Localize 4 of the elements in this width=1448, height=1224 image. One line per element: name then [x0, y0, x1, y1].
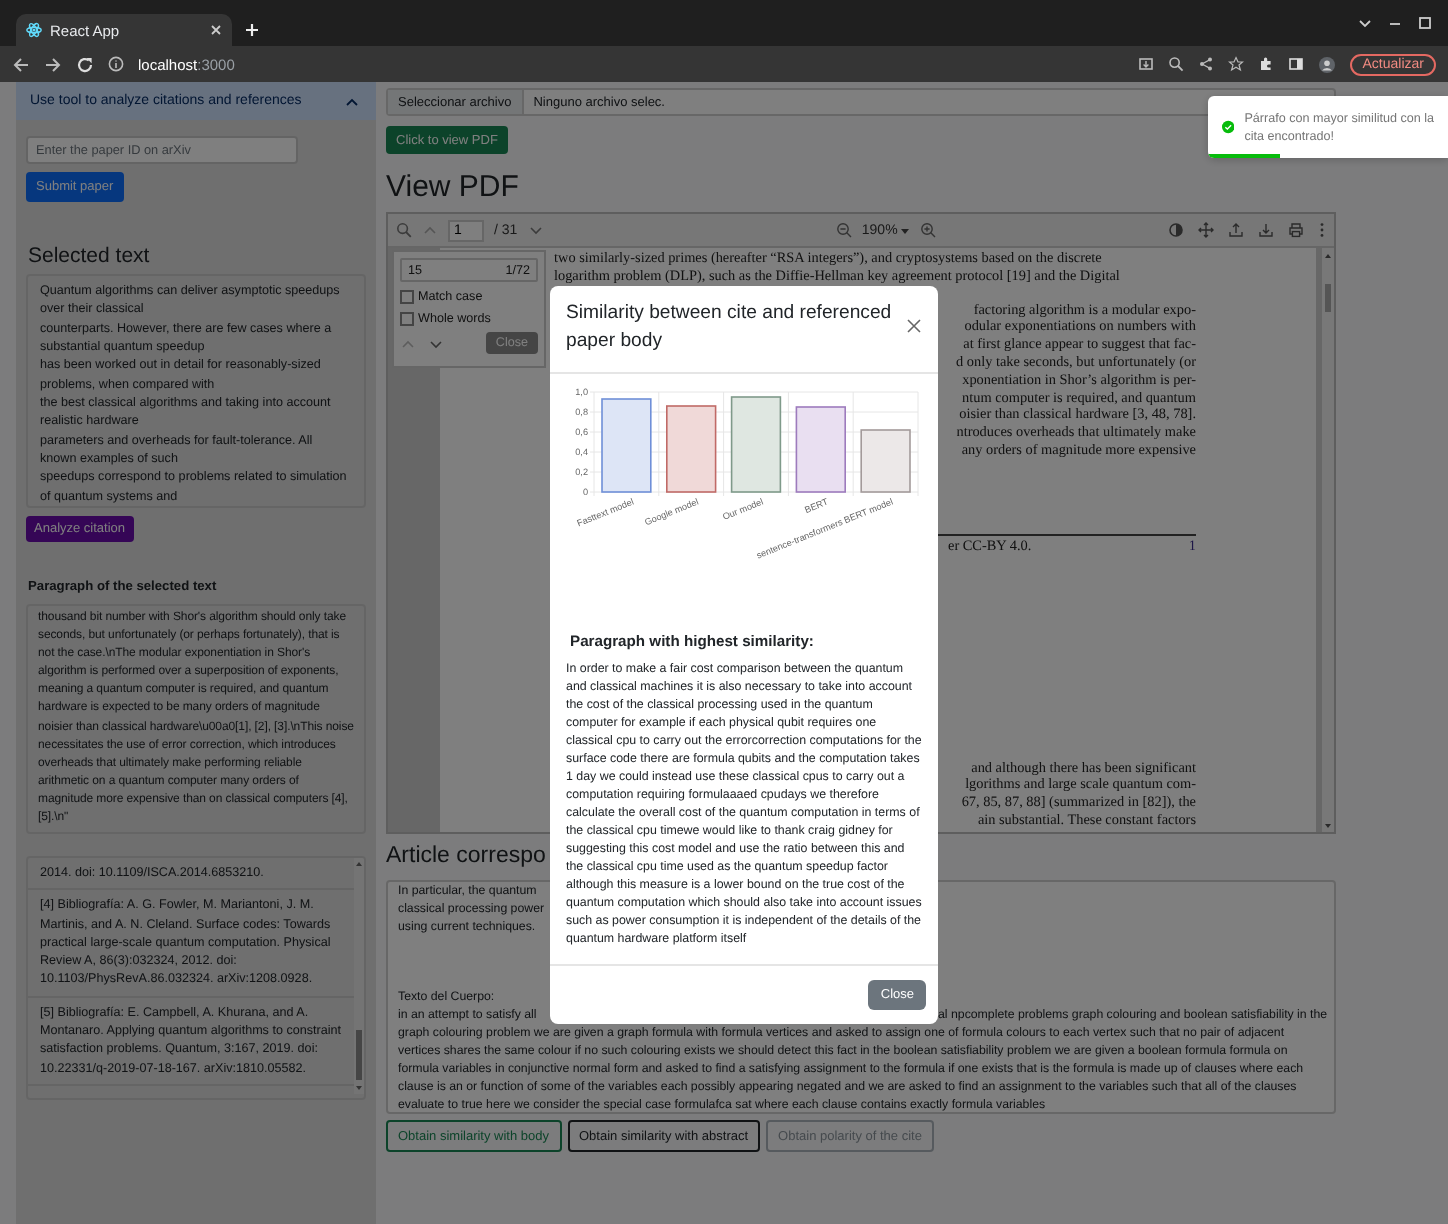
section-heading: Selected text: [28, 244, 152, 268]
section-heading: View PDF: [386, 170, 521, 206]
section-heading: Article correspo: [386, 842, 546, 872]
modal-title: Similarity between cite and referenced paper body: [566, 300, 894, 356]
